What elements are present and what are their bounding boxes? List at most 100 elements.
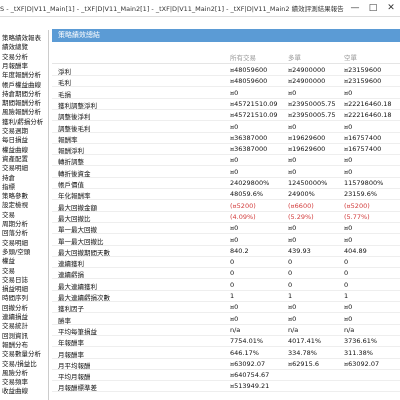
- value-long: ¤19629600: [288, 133, 326, 142]
- summary-row: 報酬率 ¤36387000 ¤19629600 ¤16757400: [52, 133, 400, 144]
- row-label: 平均月報酬: [58, 373, 91, 382]
- value-all: ¤0: [230, 303, 239, 312]
- summary-row: 年化報酬率 48059.6% 24900% 23159.6%: [52, 189, 400, 201]
- value-long: ¤0: [288, 224, 297, 233]
- value-all: 7754.01%: [230, 337, 264, 346]
- summary-row: 報酬淨利 ¤36387000 ¤19629600 ¤16757400: [52, 144, 400, 156]
- value-long: ¤0: [288, 156, 297, 165]
- value-long: ¤0: [288, 122, 297, 131]
- row-label: 月報酬率: [58, 350, 84, 359]
- value-short: ¤0: [344, 224, 353, 233]
- value-long: 24900%: [288, 190, 315, 199]
- value-short: ¤0: [344, 235, 353, 244]
- row-label: 調整後淨利: [58, 113, 91, 122]
- row-label: 轉折後資金: [58, 169, 91, 178]
- value-all: 0: [230, 269, 235, 278]
- summary-row: 毛利 ¤48059600 ¤24900000 ¤23159600: [52, 76, 400, 88]
- value-long: ¤0: [288, 167, 297, 176]
- row-label: 連續虧損: [58, 271, 84, 280]
- value-long: ¤24900000: [288, 66, 326, 74]
- value-short: 11579800%: [344, 179, 384, 187]
- value-short: (5.77%): [344, 212, 370, 221]
- value-long: 0: [288, 258, 293, 267]
- value-all: ¤48059600: [230, 77, 268, 86]
- summary-row: 毛損 ¤0 ¤0 ¤0: [52, 88, 400, 99]
- value-short: 1: [344, 292, 349, 300]
- value-short: ¤0: [344, 314, 353, 323]
- summary-row: 連續獲利 0 0 0: [52, 257, 400, 269]
- summary-row: 獲利調整淨利 ¤45721510.09 ¤23950005.75 ¤22216460.…: [52, 99, 400, 110]
- summary-row: 平均每筆損益 n/a n/a n/a: [52, 325, 400, 336]
- report-sidebar: 策略績效報表 績效總覽 交易分析 月報酬率 年度報酬分析 帳戶權益曲線 持倉期間分析 期間報酬…: [0, 30, 49, 400]
- value-short: ¤16757400: [344, 133, 382, 142]
- value-all: ¤0: [230, 122, 239, 131]
- close-icon[interactable]: ✕: [382, 0, 400, 16]
- value-all: 48059.6%: [230, 190, 264, 199]
- row-label: 最大回撤比: [58, 214, 91, 223]
- value-long: ¤0: [288, 303, 297, 312]
- value-all: ¤0: [230, 314, 239, 323]
- value-long: 12450000%: [288, 179, 328, 187]
- value-short: ¤0: [344, 122, 353, 131]
- value-all: ¤0: [230, 224, 239, 233]
- value-short: ¤16757400: [344, 145, 382, 154]
- panel-title: 策略績效總結: [58, 31, 100, 39]
- value-all: ¤0: [230, 235, 239, 244]
- value-short: 0: [344, 280, 349, 289]
- summary-row: 最大回撤比 (4.09%) (5.29%) (5.77%): [52, 212, 400, 223]
- row-label: 調整後毛利: [58, 124, 91, 133]
- summary-row: 勝率 ¤0 ¤0 ¤0: [52, 314, 400, 325]
- value-all: ¤36387000: [230, 133, 268, 142]
- value-long: 1: [288, 292, 293, 300]
- value-short: ¤22216460.18: [344, 99, 392, 108]
- column-short: 空單: [344, 54, 357, 62]
- value-all: ¤45721510.09: [230, 99, 278, 108]
- row-label: 最大回撤期間天數: [58, 248, 110, 257]
- value-long: ¤0: [288, 314, 297, 323]
- value-all: (¤5200): [230, 201, 256, 210]
- row-label: 毛損: [58, 90, 71, 99]
- row-label: 年化報酬率: [58, 192, 91, 201]
- column-all-trades: 所有交易: [230, 54, 256, 62]
- value-short: 3736.61%: [344, 337, 378, 346]
- value-short: n/a: [344, 325, 355, 334]
- header-divider: [52, 63, 400, 64]
- value-short: 0: [344, 269, 349, 278]
- summary-row: 月報酬率 646.17% 334.78% 311.38%: [52, 348, 400, 359]
- value-short: ¤23159600: [344, 66, 382, 74]
- value-all: ¤0: [230, 88, 239, 97]
- value-long: ¤23950005.75: [288, 111, 336, 120]
- summary-row: 調整後毛利 ¤0 ¤0 ¤0: [52, 122, 400, 133]
- value-all: 0: [230, 280, 235, 289]
- summary-row: 淨利 ¤48059600 ¤24900000 ¤23159600: [52, 65, 400, 76]
- row-label: 淨利: [58, 68, 71, 76]
- value-short: 23159.6%: [344, 190, 378, 199]
- panel-header: 策略績效總結: [52, 29, 400, 42]
- row-label: 平均每筆損益: [58, 327, 97, 336]
- row-label: 月平均報酬: [58, 361, 91, 370]
- value-long: ¤24900000: [288, 77, 326, 86]
- value-all: ¤513949.21: [230, 382, 270, 391]
- maximize-icon[interactable]: □: [364, 0, 382, 16]
- row-label: 勝率: [58, 316, 71, 325]
- value-short: 311.38%: [344, 348, 373, 357]
- row-label: 轉折調整: [58, 158, 84, 167]
- value-long: 439.93: [288, 246, 311, 255]
- value-long: ¤62915.6: [288, 359, 320, 368]
- value-all: ¤0: [230, 167, 239, 176]
- summary-row: 最大回撤期間天數 840.2 439.93 404.89: [52, 246, 400, 257]
- value-long: 4017.41%: [288, 337, 322, 346]
- sidebar-item[interactable]: 收益曲線: [2, 385, 28, 395]
- value-all: ¤48059600: [230, 66, 268, 74]
- summary-row: 單一最大回撤 ¤0 ¤0 ¤0: [52, 223, 400, 235]
- value-long: 0: [288, 269, 293, 278]
- value-long: ¤19629600: [288, 145, 326, 154]
- summary-row: 單一最大回撤比 ¤0 ¤0 ¤0: [52, 235, 400, 246]
- value-long: ¤0: [288, 88, 297, 97]
- summary-row: 轉折後資金 ¤0 ¤0 ¤0: [52, 167, 400, 178]
- row-label: 最大回撤金額: [58, 203, 97, 212]
- value-all: ¤45721510.09: [230, 111, 278, 120]
- summary-row: 最大回撤金額 (¤5200) (¤6600) (¤5200): [52, 201, 400, 212]
- value-all: n/a: [230, 325, 241, 334]
- minimize-icon[interactable]: —: [346, 0, 364, 16]
